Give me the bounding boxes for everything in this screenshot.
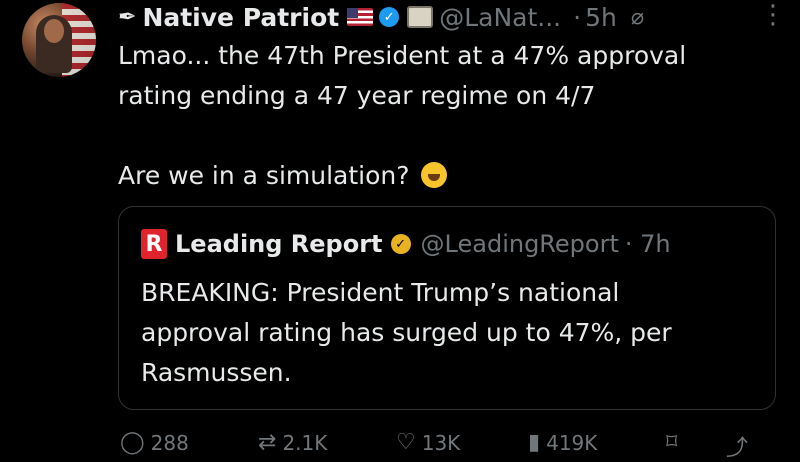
tweet-line: rating ending a 47 year regime on 4/7	[118, 81, 596, 110]
quill-icon: ✒	[118, 4, 137, 30]
tweet-actions-bar: ◯ 288 ⇄ 2.1K ♡ 13K ▮ 419K ⌑ ⤴	[118, 430, 783, 462]
affiliate-badge-icon[interactable]	[407, 6, 434, 28]
repost-count: 2.1K	[282, 430, 328, 455]
tweet-line: Are we in a simulation?	[118, 161, 410, 190]
separator-dot: ·	[573, 2, 582, 32]
gold-verified-badge-icon[interactable]: ✓	[390, 234, 411, 254]
reply-button[interactable]: ◯ 288	[120, 430, 189, 455]
leading-report-logo-icon: R	[141, 229, 167, 259]
quoted-author-handle[interactable]: @LeadingReport	[421, 230, 619, 258]
repost-button[interactable]: ⇄ 2.1K	[258, 430, 327, 455]
quoted-tweet-timestamp[interactable]: · 7h	[625, 230, 671, 258]
tweet-timestamp[interactable]: 5h	[585, 3, 617, 32]
rolling-laughing-emoji-icon	[421, 162, 448, 188]
bookmark-button[interactable]: ⌑	[666, 430, 677, 455]
quoted-tweet-text: BREAKING: President Trump’s national app…	[141, 273, 751, 393]
like-count: 13K	[421, 430, 461, 455]
author-name[interactable]: Native Patriot	[142, 3, 339, 32]
grok-icon[interactable]: ⌀	[631, 5, 644, 30]
quoted-tweet-line: approval rating has surged up to 47%, pe…	[141, 318, 672, 347]
reply-icon: ◯	[120, 430, 145, 455]
avatar-face	[44, 19, 64, 43]
author-handle[interactable]: @LaNat...	[439, 3, 561, 32]
share-icon: ⤴	[726, 436, 749, 461]
more-options-icon[interactable]: ⋮	[760, 0, 786, 30]
verified-badge-icon[interactable]: ✓	[379, 7, 400, 27]
author-avatar[interactable]	[22, 3, 96, 77]
views-chart-icon: ▮	[528, 430, 541, 455]
like-button[interactable]: ♡ 13K	[396, 430, 460, 455]
tweet-line: Lmao... the 47th President at a 47% appr…	[118, 41, 687, 70]
tweet-line-last: Are we in a simulation?	[118, 156, 768, 196]
repost-icon: ⇄	[258, 430, 277, 455]
us-flag-icon	[347, 8, 374, 26]
quoted-author-name[interactable]: Leading Report	[175, 230, 383, 258]
share-button[interactable]: ⤴	[726, 430, 748, 462]
views-button[interactable]: ▮ 419K	[528, 430, 597, 455]
tweet-header: ✒ Native Patriot ✓ @LaNat... · 5h ⌀	[118, 0, 783, 34]
quoted-tweet-card[interactable]: R Leading Report ✓ @LeadingReport · 7h B…	[118, 206, 776, 410]
reply-count: 288	[150, 430, 189, 455]
heart-icon: ♡	[396, 430, 416, 455]
quoted-tweet-header: R Leading Report ✓ @LeadingReport · 7h	[141, 229, 671, 259]
quoted-tweet-line: Rasmussen.	[141, 358, 292, 387]
tweet-text: Lmao... the 47th President at a 47% appr…	[118, 36, 768, 196]
quoted-tweet-line: BREAKING: President Trump’s national	[141, 278, 620, 307]
bookmark-icon: ⌑	[666, 430, 678, 455]
view-count: 419K	[546, 430, 598, 455]
